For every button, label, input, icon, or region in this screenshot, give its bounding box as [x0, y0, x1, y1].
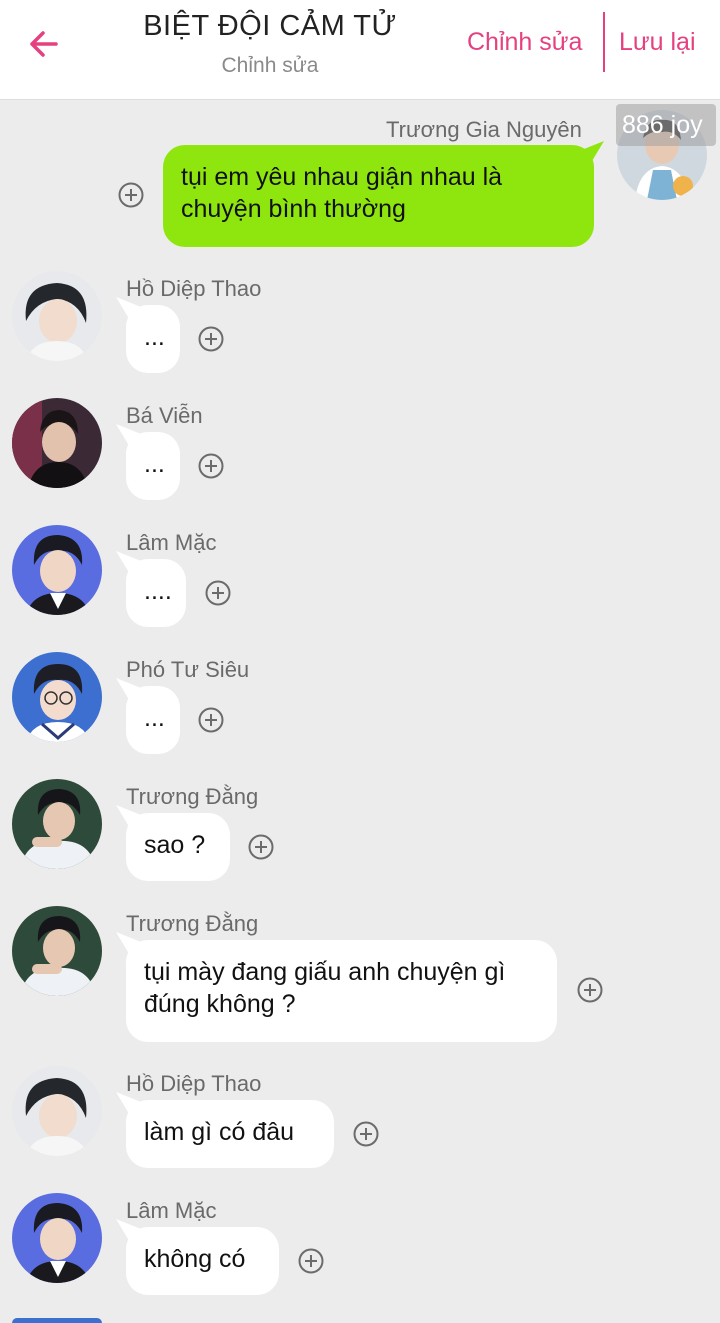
- add-reaction-icon[interactable]: [205, 580, 231, 606]
- message-bubble[interactable]: ....: [126, 559, 186, 627]
- avatar[interactable]: [12, 1318, 102, 1323]
- avatar[interactable]: [12, 906, 102, 996]
- add-reaction-icon[interactable]: [298, 1248, 324, 1274]
- sender-name: Trương Đằng: [126, 911, 259, 936]
- add-reaction-icon[interactable]: [198, 453, 224, 479]
- add-reaction-icon[interactable]: [198, 707, 224, 733]
- edit-button[interactable]: Chỉnh sửa: [467, 28, 582, 57]
- sender-name: Bá Viễn: [126, 403, 203, 428]
- add-reaction-icon[interactable]: [248, 834, 274, 860]
- message-bubble[interactable]: không có: [126, 1227, 279, 1295]
- avatar[interactable]: [12, 652, 102, 742]
- sender-name: Hồ Diệp Thao: [126, 276, 262, 301]
- avatar[interactable]: [12, 1066, 102, 1156]
- chat-title: BIỆT ĐỘI CẢM TỬ: [143, 10, 397, 42]
- sender-name: Hồ Diệp Thao: [126, 1071, 262, 1096]
- sender-name: Phó Tư Siêu: [126, 657, 250, 682]
- chat-header: BIỆT ĐỘI CẢM TỬ Chỉnh sửa Chỉnh sửa Lưu …: [0, 0, 720, 100]
- sender-name: Trương Gia Nguyên: [386, 117, 582, 142]
- arrow-left-icon: [30, 31, 58, 57]
- sender-name: Trương Đằng: [126, 784, 259, 809]
- avatar[interactable]: [12, 271, 102, 361]
- sender-name: Lâm Mặc: [126, 530, 217, 555]
- avatar[interactable]: [12, 1193, 102, 1283]
- message-bubble[interactable]: ...: [126, 432, 180, 500]
- message-bubble[interactable]: ...: [126, 305, 180, 373]
- sender-name: Lâm Mặc: [126, 1198, 217, 1223]
- message-bubble[interactable]: tụi mày đang giấu anh chuyện gì đúng khô…: [126, 940, 557, 1042]
- message-bubble[interactable]: sao ?: [126, 813, 230, 881]
- add-reaction-icon[interactable]: [353, 1121, 379, 1147]
- back-button[interactable]: [22, 22, 66, 66]
- add-reaction-icon[interactable]: [118, 182, 144, 208]
- message-bubble[interactable]: ...: [126, 686, 180, 754]
- avatar-badge: 886 joy: [616, 104, 716, 146]
- avatar[interactable]: [12, 779, 102, 869]
- message-bubble[interactable]: làm gì có đâu: [126, 1100, 334, 1168]
- avatar[interactable]: [12, 398, 102, 488]
- message-bubble[interactable]: tụi em yêu nhau giận nhau là chuyện bình…: [163, 145, 594, 247]
- header-divider: [603, 12, 605, 72]
- add-reaction-icon[interactable]: [198, 326, 224, 352]
- add-reaction-icon[interactable]: [577, 977, 603, 1003]
- chat-subtitle: Chỉnh sửa: [221, 54, 319, 77]
- avatar[interactable]: [12, 525, 102, 615]
- save-button[interactable]: Lưu lại: [619, 28, 696, 57]
